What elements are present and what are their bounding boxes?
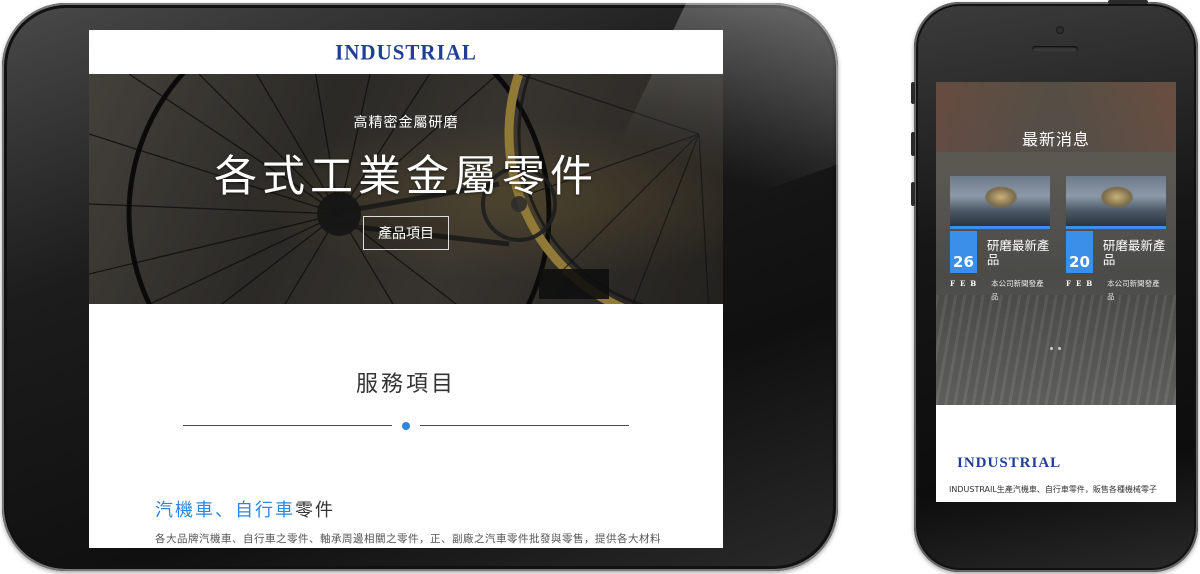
news-date-day: 20 [1066,231,1093,273]
hero-banner: 高精密金屬研磨 各式工業金屬零件 產品項目 [89,74,723,304]
services-heading: 服務項目 [355,372,456,397]
site-header: INDUSTRIAL [89,30,723,74]
news-card-image [1066,176,1166,229]
top-button [1108,0,1148,4]
hero-title: 各式工業金屬零件 [214,152,598,202]
tablet-screen: INDUSTRIAL 高精密金屬研磨 各式工業金屬零件 產品項目 服務項目 汽機… [89,30,723,548]
pager-dot[interactable] [1058,347,1061,350]
volume-down-button [911,182,915,206]
news-cards: 26 研磨最新產品 FEB 本公司新聞發產品 20 研磨最新產品 FEB 本公司… [936,176,1176,303]
footer-section: INDUSTRIAL INDUSTRAIL生產汽機車、自行車零件，販售各種機械零… [936,405,1176,495]
pager-dot[interactable] [1050,347,1053,350]
footer-logo[interactable]: INDUSTRIAL [957,455,1176,472]
news-card-image [950,176,1050,229]
carousel-pager[interactable] [1050,347,1061,350]
news-card-title[interactable]: 研磨最新產品 [1093,231,1166,273]
site-logo[interactable]: INDUSTRIAL [335,39,477,65]
service-item-title[interactable]: 汽機車、自行車零件 [155,496,657,522]
news-heading: 最新消息 [1021,130,1090,149]
news-card-desc: 本公司新聞發產品 [1107,279,1160,301]
footer-text: INDUSTRAIL生產汽機車、自行車零件，販售各種機械零子 [949,485,1157,494]
divider-dot [402,422,410,430]
service-item-text: 各大品牌汽機車、自行車之零件、軸承周邊相關之零件，正、副廠之汽車零件批發與零售，… [155,533,661,545]
tablet-device: INDUSTRIAL 高精密金屬研磨 各式工業金屬零件 產品項目 服務項目 汽機… [2,3,838,571]
news-card-title[interactable]: 研磨最新產品 [977,231,1050,273]
products-button[interactable]: 產品項目 [363,216,449,250]
volume-up-button [911,132,915,156]
divider-line-left [183,425,392,426]
power-button [911,82,915,104]
news-section: 最新消息 26 研磨最新產品 FEB 本公司新聞發產品 20 研磨最新產品 FE… [936,82,1176,405]
hero-text: 高精密金屬研磨 各式工業金屬零件 產品項目 [89,74,723,250]
news-card-desc: 本公司新聞發產品 [991,279,1044,301]
section-divider [183,420,629,432]
news-date-month: FEB [1066,279,1098,288]
news-date-month: FEB [950,279,982,288]
hero-subtitle: 高精密金屬研磨 [353,115,459,131]
service-item: 汽機車、自行車零件 各大品牌汽機車、自行車之零件、軸承周邊相關之零件，正、副廠之… [89,496,723,548]
service-title-highlight: 汽機車、自行車 [155,500,295,521]
phone-device: 最新消息 26 研磨最新產品 FEB 本公司新聞發產品 20 研磨最新產品 FE… [911,0,1198,572]
news-date-day: 26 [950,231,977,273]
divider-line-right [420,425,629,426]
news-card[interactable]: 26 研磨最新產品 FEB 本公司新聞發產品 [950,176,1050,303]
speaker-grille [1032,46,1078,52]
services-section: 服務項目 汽機車、自行車零件 各大品牌汽機車、自行車之零件、軸承周邊相關之零件，… [89,366,723,548]
front-camera-icon [1056,26,1064,34]
news-card[interactable]: 20 研磨最新產品 FEB 本公司新聞發產品 [1066,176,1166,303]
service-title-rest: 零件 [295,500,335,521]
phone-screen: 最新消息 26 研磨最新產品 FEB 本公司新聞發產品 20 研磨最新產品 FE… [936,82,1176,502]
